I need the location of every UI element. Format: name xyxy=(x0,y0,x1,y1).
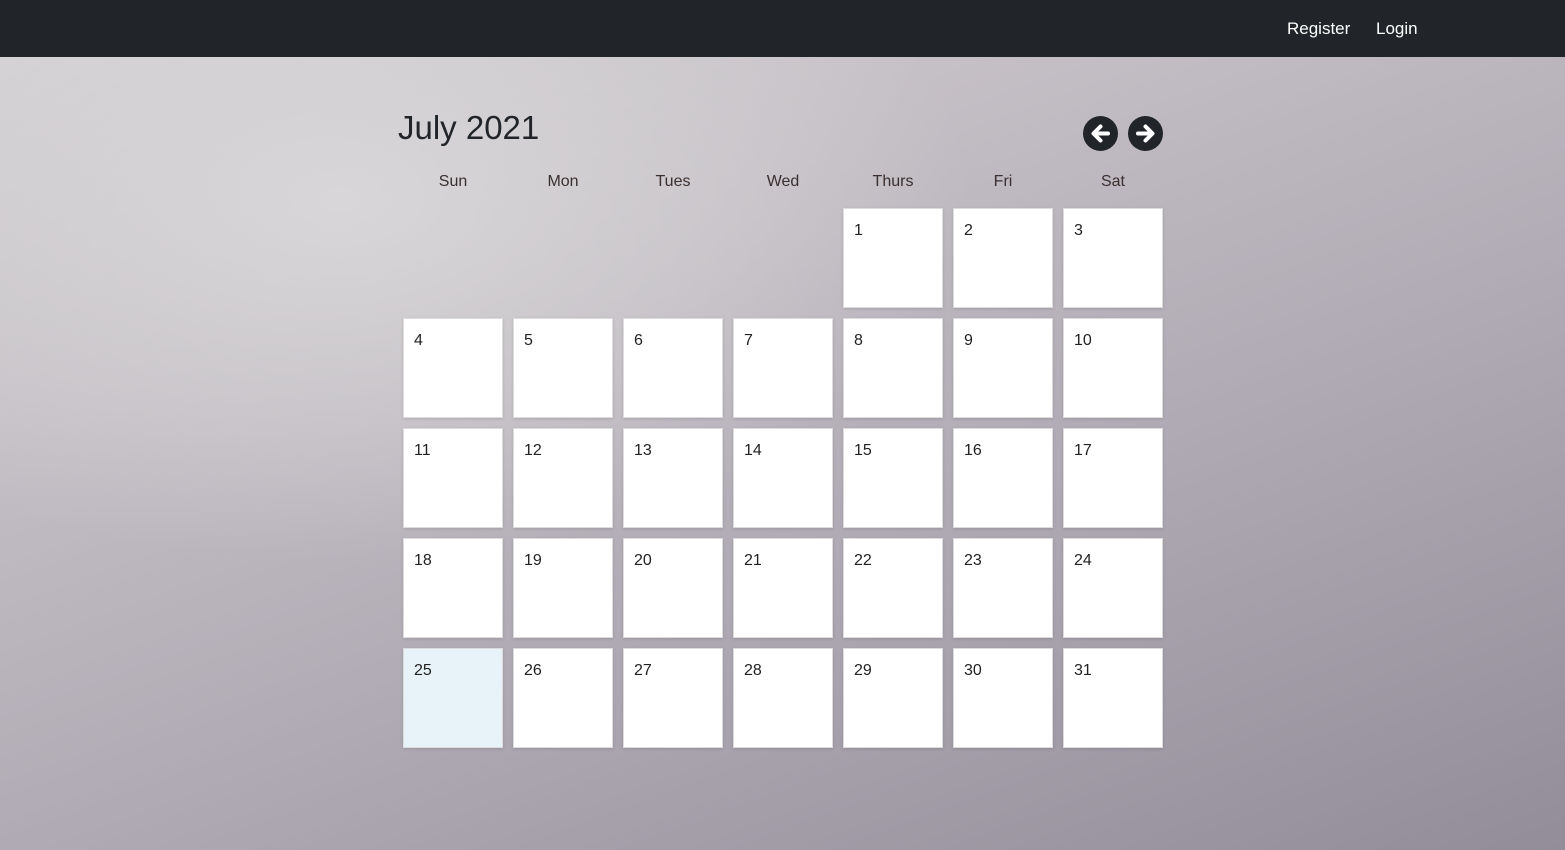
day-cell[interactable]: 9 xyxy=(953,318,1053,418)
day-cell[interactable]: 21 xyxy=(733,538,833,638)
login-link[interactable]: Login xyxy=(1376,18,1418,40)
day-number: 23 xyxy=(964,552,982,569)
day-cell[interactable]: 31 xyxy=(1063,648,1163,748)
day-number: 27 xyxy=(634,662,652,679)
day-cell[interactable]: 23 xyxy=(953,538,1053,638)
day-number: 19 xyxy=(524,552,542,569)
day-number: 4 xyxy=(414,332,423,349)
day-number: 15 xyxy=(854,442,872,459)
day-number: 31 xyxy=(1074,662,1092,679)
day-cell[interactable]: 16 xyxy=(953,428,1053,528)
day-cell[interactable]: 18 xyxy=(403,538,503,638)
weekday-sun: Sun xyxy=(438,173,468,190)
day-cell[interactable]: 13 xyxy=(623,428,723,528)
day-number: 26 xyxy=(524,662,542,679)
day-cell[interactable]: 2 xyxy=(953,208,1053,308)
day-number: 7 xyxy=(744,332,753,349)
day-cell[interactable]: 28 xyxy=(733,648,833,748)
register-link[interactable]: Register xyxy=(1287,18,1350,40)
day-number: 9 xyxy=(964,332,973,349)
arrow-right-circle-icon xyxy=(1136,124,1155,143)
day-number: 6 xyxy=(634,332,643,349)
day-number: 2 xyxy=(964,222,973,239)
day-number: 24 xyxy=(1074,552,1092,569)
day-cell[interactable]: 4 xyxy=(403,318,503,418)
day-cell[interactable]: 5 xyxy=(513,318,613,418)
day-cell[interactable]: 30 xyxy=(953,648,1053,748)
day-cell[interactable]: 8 xyxy=(843,318,943,418)
day-number: 1 xyxy=(854,222,863,239)
day-number: 17 xyxy=(1074,442,1092,459)
day-number: 20 xyxy=(634,552,652,569)
day-cell[interactable]: 1 xyxy=(843,208,943,308)
day-cell[interactable]: 27 xyxy=(623,648,723,748)
day-cell[interactable]: 26 xyxy=(513,648,613,748)
day-cell[interactable]: 29 xyxy=(843,648,943,748)
day-number: 16 xyxy=(964,442,982,459)
weekday-tue: Tues xyxy=(655,173,691,190)
day-cell[interactable]: 15 xyxy=(843,428,943,528)
day-cell[interactable]: 7 xyxy=(733,318,833,418)
month-title: July 2021 xyxy=(398,109,540,146)
day-cell[interactable]: 12 xyxy=(513,428,613,528)
day-cell[interactable]: 10 xyxy=(1063,318,1163,418)
prev-month-button[interactable] xyxy=(1083,116,1118,151)
day-cell[interactable]: 14 xyxy=(733,428,833,528)
day-number: 12 xyxy=(524,442,542,459)
weekday-sat: Sat xyxy=(1100,173,1125,190)
day-cell[interactable]: 22 xyxy=(843,538,943,638)
day-number: 21 xyxy=(744,552,762,569)
day-cell[interactable]: 24 xyxy=(1063,538,1163,638)
day-number: 18 xyxy=(414,552,432,569)
day-number: 22 xyxy=(854,552,872,569)
day-number: 8 xyxy=(854,332,863,349)
day-number: 3 xyxy=(1074,222,1083,239)
day-cell[interactable]: 19 xyxy=(513,538,613,638)
day-cell[interactable]: 11 xyxy=(403,428,503,528)
next-month-button[interactable] xyxy=(1128,116,1163,151)
day-number: 10 xyxy=(1074,332,1092,349)
day-number: 28 xyxy=(744,662,762,679)
day-cell[interactable]: 25 xyxy=(403,648,503,748)
weekday-thu: Thurs xyxy=(872,173,914,190)
top-navbar: Register Login xyxy=(0,0,1565,57)
day-number: 29 xyxy=(854,662,872,679)
day-cell[interactable]: 6 xyxy=(623,318,723,418)
day-cell[interactable]: 3 xyxy=(1063,208,1163,308)
day-number: 11 xyxy=(414,442,431,459)
weekday-wed: Wed xyxy=(766,173,800,190)
day-number: 30 xyxy=(964,662,982,679)
day-number: 25 xyxy=(414,662,432,679)
day-number: 5 xyxy=(524,332,533,349)
day-number: 14 xyxy=(744,442,762,459)
day-number: 13 xyxy=(634,442,652,459)
day-cell[interactable]: 20 xyxy=(623,538,723,638)
day-cell[interactable]: 17 xyxy=(1063,428,1163,528)
arrow-left-circle-icon xyxy=(1091,124,1110,143)
weekday-fri: Fri xyxy=(993,173,1013,190)
weekday-mon: Mon xyxy=(547,173,579,190)
